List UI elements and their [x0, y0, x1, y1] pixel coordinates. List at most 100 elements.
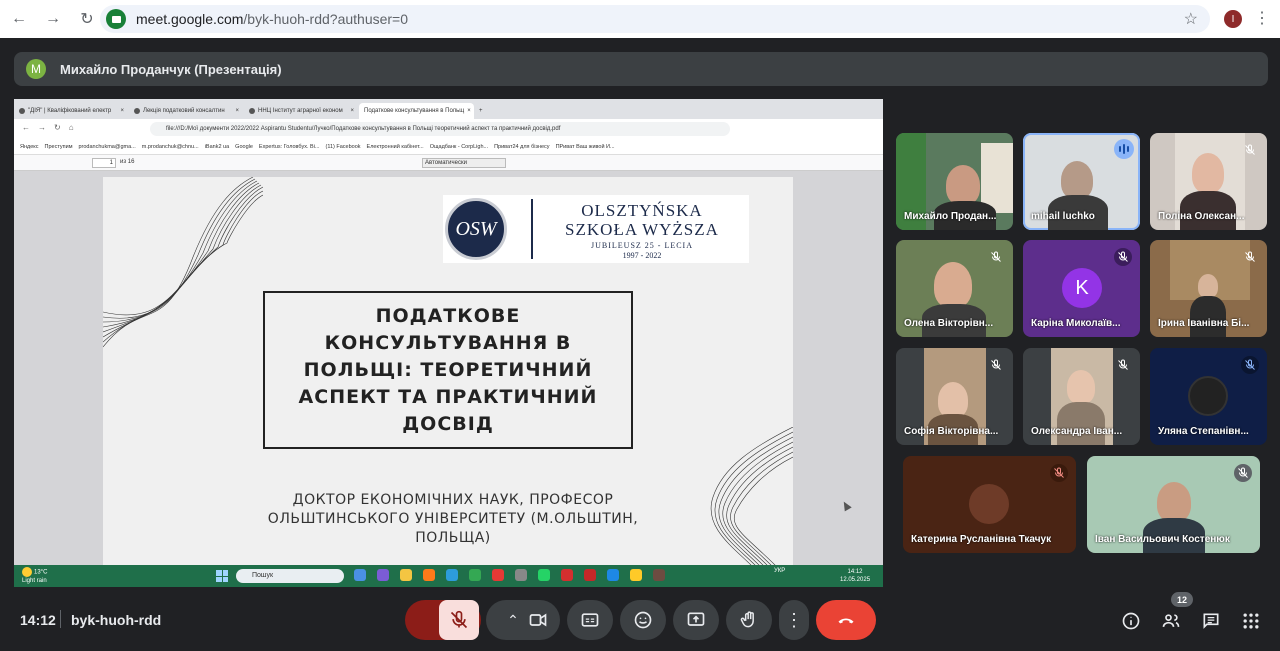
mouse-cursor-icon [840, 499, 852, 512]
yandex-icon [492, 569, 504, 581]
participant-tile[interactable]: Софія Вікторівна... [896, 348, 1013, 445]
participant-tile[interactable]: Ірина Іванівна Бі... [1150, 240, 1267, 337]
pdf-viewer: OSW OLSZTYŃSKA SZKOŁA WYŻSZA JUBILEUSZ 2… [14, 171, 883, 565]
leave-call-button[interactable] [816, 600, 876, 640]
mic-off-icon [987, 248, 1005, 266]
participant-body [1190, 296, 1226, 337]
present-screen-button[interactable] [673, 600, 719, 640]
shared-address-bar: ←→↻⌂ file:///D:/Мої документи 2022/2022 … [14, 119, 883, 139]
app-icon [377, 569, 389, 581]
app-icon [354, 569, 366, 581]
participant-tile[interactable]: Олена Вікторівн... [896, 240, 1013, 337]
university-logo: OSW OLSZTYŃSKA SZKOŁA WYŻSZA JUBILEUSZ 2… [443, 195, 749, 263]
captions-icon [581, 613, 599, 627]
mic-off-icon [1234, 464, 1252, 482]
people-icon[interactable] [1160, 610, 1182, 632]
participant-tile[interactable]: Уляна Степанівн... [1150, 348, 1267, 445]
participant-face [934, 262, 972, 308]
participant-name: Олена Вікторівн... [904, 318, 994, 329]
meeting-time: 14:12 [20, 612, 56, 628]
shared-nav-icons: ←→↻⌂ [22, 123, 82, 132]
shared-screen: "ДІЯ" | Кваліфікований електр × Лекція по… [14, 99, 883, 587]
windows-start-icon [216, 570, 228, 582]
logo-divider [531, 199, 533, 259]
shared-browser-tabs: "ДІЯ" | Кваліфікований електр × Лекція по… [14, 99, 883, 119]
shared-tab-label: Податкове консультування в Польщ [364, 108, 465, 114]
participant-face [1192, 153, 1224, 193]
shared-tab-label: ННЦ Інститут аграрної економ [258, 108, 343, 114]
participant-face [1061, 161, 1093, 199]
wave-decoration [710, 427, 793, 565]
end-call-icon [838, 618, 854, 624]
meeting-controls-bar: 14:12 byk-huoh-rdd ⌃ ⌃ ⋮ 12 [0, 592, 1280, 651]
wave-decoration [103, 177, 263, 348]
reactions-button[interactable] [620, 600, 666, 640]
camera-options-chevron-icon[interactable]: ⌃ [498, 612, 528, 629]
slide-title: ПОДАТКОВЕ КОНСУЛЬТУВАННЯ В ПОЛЬЩІ: ТЕОРЕ… [298, 304, 598, 435]
url-host: meet.google.com [136, 11, 244, 27]
edge-icon [446, 569, 458, 581]
participant-tile[interactable]: Олександра Іван... [1023, 348, 1140, 445]
participant-tile-active-speaker[interactable]: mihail luchko [1023, 133, 1140, 230]
firefox-icon [423, 569, 435, 581]
address-bar[interactable]: meet.google.com/byk-huoh-rdd?authuser=0 … [100, 5, 1210, 33]
pdf-toolbar: 1 из 16 Автоматически [14, 155, 883, 171]
shared-tab: "ДІЯ" | Кваліфікований електр × [14, 103, 129, 119]
participant-tile[interactable]: K Каріна Миколаїв... [1023, 240, 1140, 337]
presenter-name: Михайло Проданчук (Презентація) [60, 61, 282, 77]
participant-name: Уляна Степанівн... [1158, 426, 1249, 437]
divider [60, 610, 61, 628]
mic-toggle-button[interactable] [439, 600, 479, 640]
participant-face [1157, 482, 1191, 522]
weather-icon [22, 567, 32, 577]
tab-favicon-icon [249, 108, 255, 114]
reload-icon[interactable]: ↻ [72, 4, 102, 34]
raise-hand-button[interactable] [726, 600, 772, 640]
profile-avatar[interactable]: I [1224, 10, 1242, 28]
close-icon: × [350, 108, 354, 114]
participant-tile[interactable]: Михайло Продан... [896, 133, 1013, 230]
participant-tile[interactable]: Поліна Олексан... [1150, 133, 1267, 230]
weather-widget: 13°C Light rain [22, 567, 47, 585]
slide-author: ДОКТОР ЕКОНОМІЧНИХ НАУК, ПРОФЕСОР ОЛЬШТИ… [267, 492, 639, 546]
back-icon[interactable]: ← [4, 4, 34, 34]
slide-page: OSW OLSZTYŃSKA SZKOŁA WYŻSZA JUBILEUSZ 2… [103, 177, 793, 565]
pdf-page-count: из 16 [120, 159, 135, 165]
bookmark-star-icon[interactable]: ☆ [1184, 9, 1198, 29]
participant-tile[interactable]: Катерина Русланівна Ткачук [903, 456, 1076, 553]
chat-icon[interactable] [1200, 610, 1222, 632]
logo-line1: OLSZTYŃSKA [581, 201, 703, 220]
bookmark-item: Ощадбанк - CorpLigh... [429, 143, 489, 150]
browser-menu-icon[interactable]: ⋮ [1254, 8, 1270, 28]
app-icon [561, 569, 573, 581]
camera-icon[interactable] [528, 610, 548, 630]
logo-line4: 1997 - 2022 [622, 251, 662, 260]
shared-bookmarks-bar: Яндекс Преступим prodanchukma@gma... m.p… [14, 139, 883, 155]
mic-off-icon [1241, 248, 1259, 266]
logo-line2: SZKOŁA WYŻSZA [565, 220, 719, 239]
url-text[interactable]: meet.google.com/byk-huoh-rdd?authuser=0 [136, 11, 408, 27]
taskbar-apps [354, 569, 676, 581]
chrome-icon [469, 569, 481, 581]
participant-body [1057, 402, 1105, 445]
more-options-button[interactable]: ⋮ [779, 600, 809, 640]
emoji-icon [634, 611, 652, 629]
bookmark-item: Яндекс [20, 143, 39, 150]
participant-name: Олександра Іван... [1031, 426, 1123, 437]
participant-tile[interactable]: Іван Васильович Костенюк [1087, 456, 1260, 553]
meet-site-icon [106, 9, 126, 29]
more-vert-icon: ⋮ [785, 609, 803, 630]
browser-toolbar: ← → ↻ meet.google.com/byk-huoh-rdd?authu… [0, 0, 1280, 38]
osw-logo-mark: OSW [445, 198, 507, 260]
close-icon: × [467, 108, 471, 114]
pdf-page-input: 1 [92, 158, 116, 168]
participant-face [1067, 370, 1095, 404]
shared-tab: ННЦ Інститут аграрної економ × [244, 103, 359, 119]
meeting-info-icon[interactable] [1120, 610, 1142, 632]
warning-icon [630, 569, 642, 581]
activities-grid-icon[interactable] [1240, 610, 1262, 632]
mic-off-icon [987, 356, 1005, 374]
mic-off-icon [1114, 248, 1132, 266]
forward-icon[interactable]: → [38, 4, 68, 34]
captions-button[interactable] [567, 600, 613, 640]
